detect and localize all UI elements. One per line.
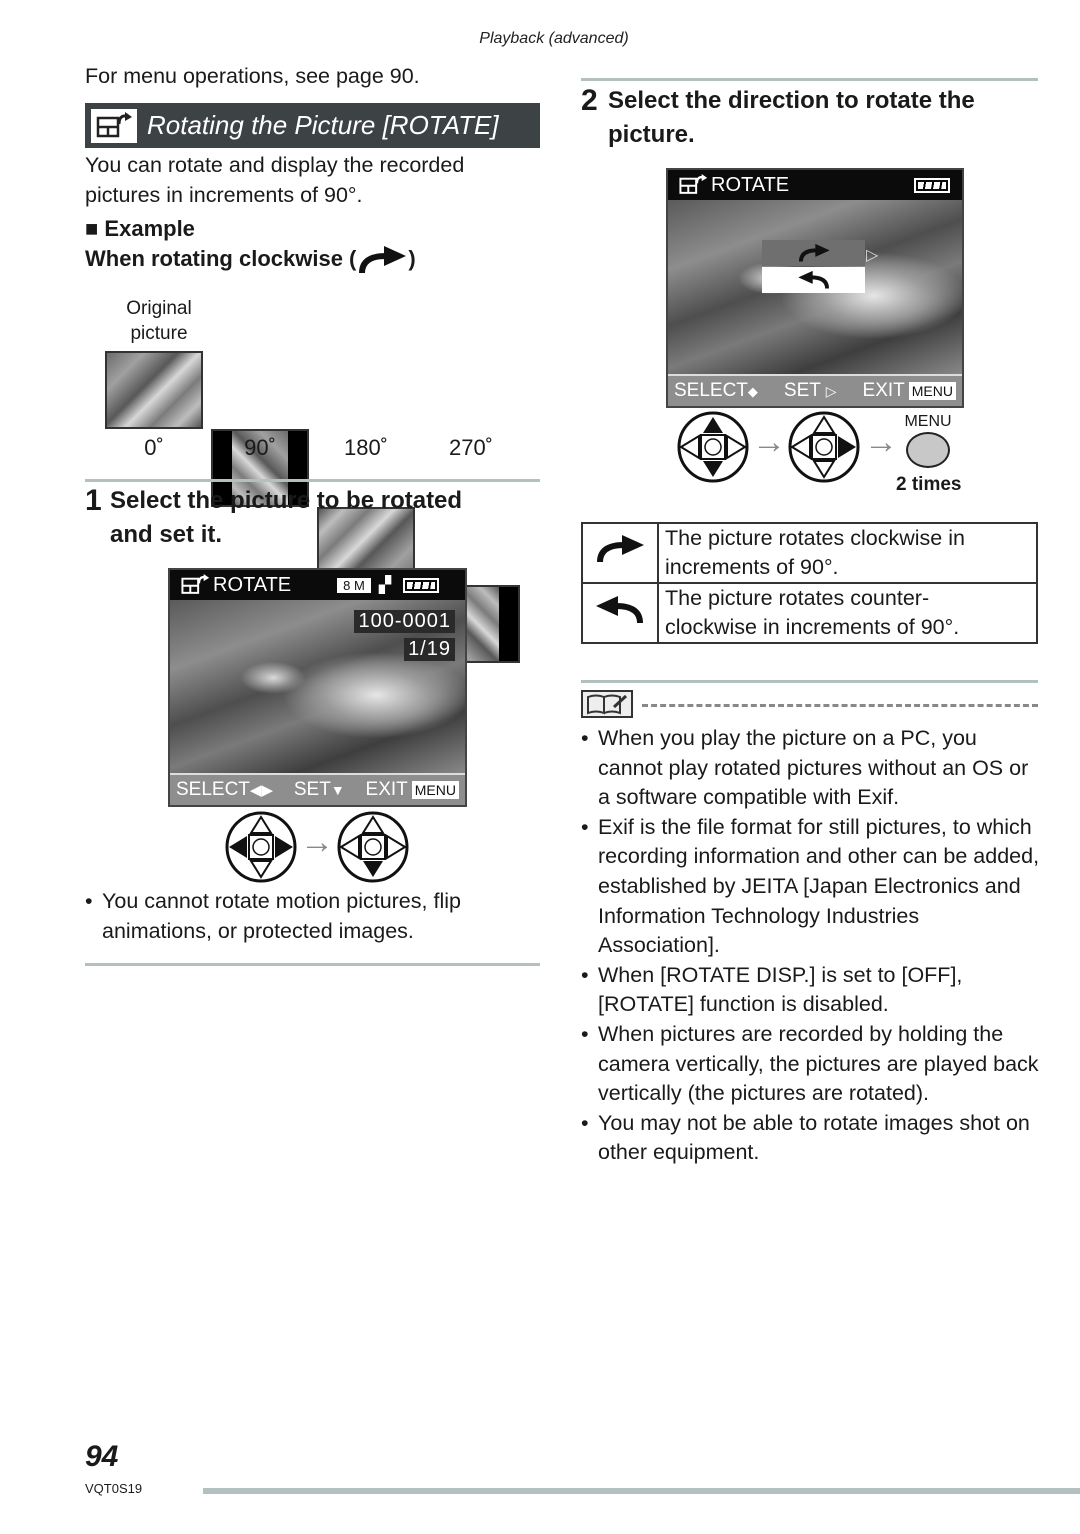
set-right-arrow-icon: ▷ (866, 247, 879, 264)
note-item: You cannot rotate motion pictures, flip … (85, 887, 535, 946)
down-arrow-icon: ▼ (330, 782, 345, 798)
step-1-notes: You cannot rotate motion pictures, flip … (85, 887, 535, 946)
option-counter-clockwise[interactable] (762, 267, 865, 293)
rotate-clockwise-icon (356, 246, 408, 274)
original-picture-label: Original picture (126, 298, 192, 344)
table-icon-cell (581, 582, 659, 644)
angle-label: 270˚ (448, 435, 494, 460)
angle-label: 180˚ (343, 435, 389, 460)
option-clockwise[interactable] (762, 240, 865, 266)
battery-icon (914, 177, 950, 193)
up-down-arrows-icon: ◆ (747, 384, 758, 399)
rotate-counterclockwise-icon (596, 596, 643, 624)
table-description: The picture rotates counter- clockwise i… (657, 582, 1038, 644)
direction-table: The picture rotates clockwise in increme… (581, 522, 1038, 644)
page-number: 94 (85, 1440, 119, 1473)
rotate-clockwise-icon (798, 243, 830, 262)
note-item: You may not be able to rotate images sho… (581, 1109, 1041, 1168)
divider (581, 78, 1038, 81)
table-row: The picture rotates clockwise in increme… (581, 522, 1038, 584)
section-description: You can rotate and display the recorded … (85, 153, 465, 207)
lcd-screen-step1: ROTATE 8 M ▞ 100-0001 1/19 SELECT◀▶ SET▼… (168, 568, 467, 807)
rotate-mode-icon (91, 108, 137, 143)
rotate-mode-icon (181, 574, 210, 594)
lcd-select-hint: SELECT◆ (674, 380, 758, 401)
lcd-exit-hint: EXIT MENU (863, 380, 956, 402)
lcd-select-hint: SELECT◀▶ (176, 779, 273, 800)
dashed-separator (642, 704, 1038, 707)
notes-list: When you play the picture on a PC, you c… (581, 724, 1041, 1168)
lcd-exit-hint: EXIT MENU (366, 779, 459, 801)
example-heading: ■ Example (85, 216, 195, 241)
note-item: Exif is the file format for still pictur… (581, 813, 1041, 961)
arrow-right-icon: → (864, 423, 898, 461)
running-head: Playback (advanced) (479, 30, 629, 47)
lcd-mode-label: ROTATE (213, 573, 292, 596)
example-subheading: When rotating clockwise ( ) (85, 246, 416, 274)
quality-icon: ▞ (378, 577, 392, 594)
square-bullet-icon: ■ (85, 216, 99, 241)
note-item: When [ROTATE DISP.] is set to [OFF], [RO… (581, 961, 1041, 1020)
lcd-bottom-bar: SELECT◀▶ SET▼ EXIT MENU (170, 773, 465, 805)
arrow-right-icon: → (300, 823, 334, 861)
menu-reference: For menu operations, see page 90. (85, 64, 420, 88)
frame-count: 1/19 (404, 638, 455, 661)
lcd-bottom-bar: SELECT◆ SET ▷ EXIT MENU (668, 374, 962, 406)
lcd-screen-step2: ROTATE ▷ SELECT◆ SET ▷ EXIT MENU (666, 168, 964, 408)
step-1-text: Select the picture to be rotated and set… (110, 487, 463, 548)
angle-label: 0˚ (144, 435, 164, 460)
menu-button[interactable] (906, 432, 950, 468)
dpad-up-down-icon (677, 411, 749, 483)
lcd-set-hint: SET▼ (293, 779, 345, 800)
dpad-down-icon (337, 811, 409, 883)
resolution-badge: 8 M (337, 577, 371, 593)
left-right-arrows-icon: ◀▶ (249, 782, 273, 799)
right-arrow-icon: ▷ (825, 383, 837, 399)
rotate-counterclockwise-icon (797, 270, 829, 289)
note-item: When you play the picture on a PC, you c… (581, 724, 1041, 813)
menu-press-count: 2 times (896, 474, 962, 495)
table-icon-cell (581, 522, 659, 584)
battery-icon (403, 577, 440, 593)
footer-bar (203, 1488, 1080, 1494)
menu-button-label: MENU (904, 413, 952, 430)
rotate-mode-icon (679, 174, 708, 194)
model-code: VQT0S19 (85, 1481, 143, 1496)
divider (581, 680, 1038, 683)
divider (85, 963, 540, 966)
step-2-number: 2 (581, 84, 598, 117)
lcd-mode-label: ROTATE (711, 173, 790, 196)
divider (85, 479, 540, 482)
note-book-icon (581, 690, 633, 718)
step-1-number: 1 (85, 484, 102, 517)
angle-label: 90˚ (244, 435, 276, 460)
rotate-clockwise-icon (597, 535, 644, 563)
thumbnail-0-degrees (105, 351, 203, 429)
lcd-top-bar: ROTATE (668, 170, 962, 200)
note-item: When pictures are recorded by holding th… (581, 1020, 1041, 1109)
table-description: The picture rotates clockwise in increme… (657, 522, 1038, 584)
lcd-set-hint: SET ▷ (783, 380, 837, 401)
file-number: 100-0001 (354, 610, 455, 633)
section-title: Rotating the Picture [ROTATE] (147, 110, 499, 140)
dpad-left-right-icon (225, 811, 297, 883)
table-row: The picture rotates counter- clockwise i… (581, 582, 1038, 644)
section-title-bar: Rotating the Picture [ROTATE] (85, 103, 540, 148)
step-2-text: Select the direction to rotate the pictu… (608, 87, 975, 148)
lcd-top-bar: ROTATE 8 M ▞ (170, 570, 465, 600)
dpad-right-icon (788, 411, 860, 483)
arrow-right-icon: → (752, 423, 786, 461)
